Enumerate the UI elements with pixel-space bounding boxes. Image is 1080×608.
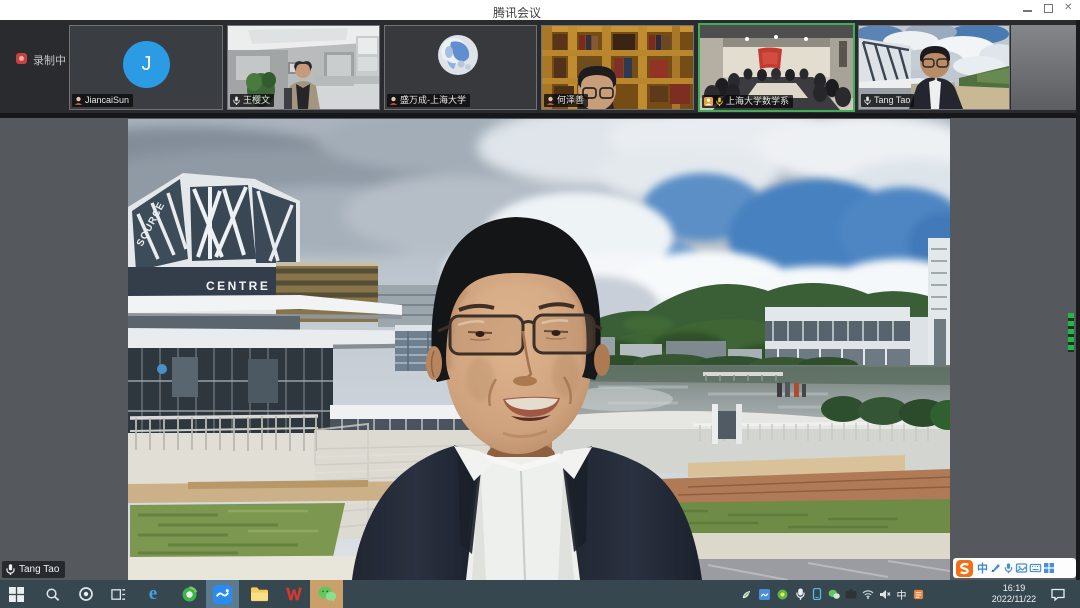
svg-text:CENTRE: CENTRE — [206, 279, 270, 293]
